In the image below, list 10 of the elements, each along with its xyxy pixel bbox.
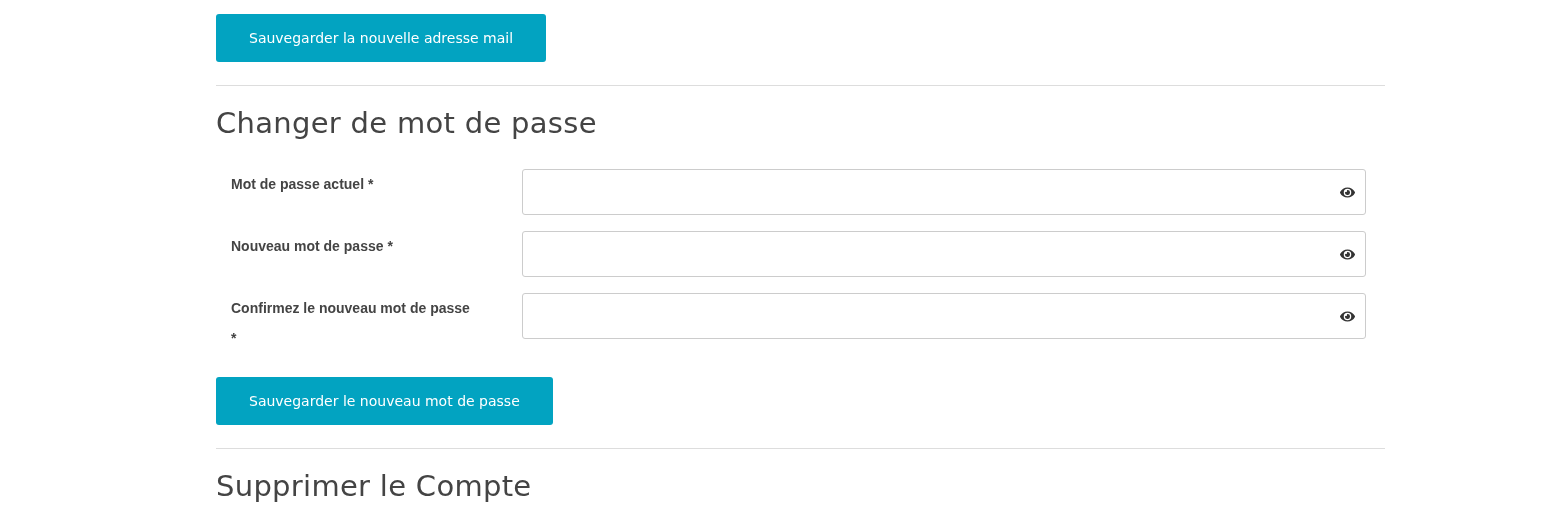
password-field[interactable] [522,231,1366,277]
section-title: Supprimer le Compte [216,469,533,503]
save-email-button[interactable]: Sauvegarder la nouvelle adresse mail [216,14,547,62]
field-label: Nouveau mot de passe * [231,237,394,256]
field-label: Confirmez le nouveau mot de passe * [231,299,471,348]
password-field[interactable] [522,293,1366,339]
field-label: Mot de passe actuel * [231,175,375,194]
password-field[interactable] [522,169,1366,215]
save-password-button[interactable]: Sauvegarder le nouveau mot de passe [216,377,553,425]
section-title: Changer de mot de passe [216,106,598,140]
